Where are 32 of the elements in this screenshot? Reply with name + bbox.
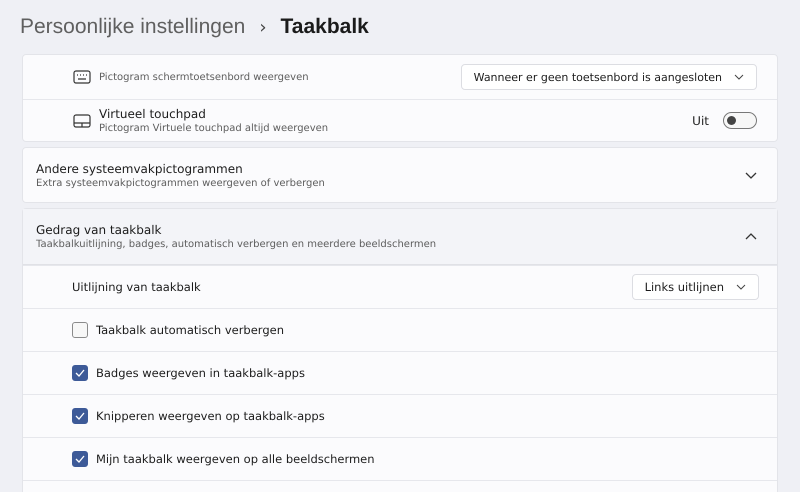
keyboard-icon	[73, 70, 91, 84]
breadcrumb-parent[interactable]: Persoonlijke instellingen	[20, 15, 246, 39]
checkmark-icon	[75, 369, 85, 377]
dropdown[interactable]: Links uitlijnen	[632, 274, 759, 300]
toggle-switch[interactable]	[723, 112, 757, 129]
setting-description: Pictogram schermtoetsenbord weergeven	[99, 72, 310, 82]
chevron-down-icon	[734, 74, 744, 80]
section-title: Andere systeemvakpictogrammen	[36, 162, 244, 176]
checkbox-label: Knipperen weergeven op taakbalk-apps	[96, 409, 326, 423]
expander-header[interactable]: Gedrag van taakbalk Taakbalkuitlijning, badges, automatisch verbergen en meerdere beeldschermen	[23, 209, 777, 265]
section-description: Taakbalkuitlijning, badges, automatisch verbergen en meerdere beeldschermen	[36, 239, 438, 250]
setting-label: Uitlijning van taakbalk	[72, 280, 202, 294]
section-description: Extra systeemvakpictogrammen weergeven of verbergen	[36, 178, 326, 188]
checkbox-label: Taakbalk automatisch verbergen	[96, 323, 285, 337]
dropdown[interactable]: Wanneer er geen toetsenbord is aangesloten	[460, 64, 757, 90]
toggle-state: Uit	[692, 114, 709, 128]
checkbox-label: Mijn taakbalk weergeven op alle beeldschermen	[96, 452, 376, 466]
chevron-down-icon	[736, 284, 746, 290]
expander-header[interactable]: Andere systeemvakpictogrammen Extra systeemvakpictogrammen weergeven of verbergen	[23, 148, 777, 202]
checkbox[interactable]	[72, 322, 88, 338]
checkmark-icon	[75, 412, 85, 420]
section-title: Gedrag van taakbalk	[36, 223, 163, 237]
breadcrumb-separator: ›	[259, 16, 267, 38]
checkbox-label: Badges weergeven in taakbalk-apps	[96, 366, 306, 380]
checkbox[interactable]	[72, 365, 88, 381]
setting-title: Virtueel touchpad	[99, 107, 207, 121]
checkbox[interactable]	[72, 408, 88, 424]
setting-description: Pictogram Virtuele touchpad altijd weergeven	[99, 123, 330, 134]
page-title: Taakbalk	[280, 15, 369, 39]
checkmark-icon	[75, 455, 85, 463]
checkbox[interactable]	[72, 451, 88, 467]
touchpad-icon	[73, 114, 91, 128]
